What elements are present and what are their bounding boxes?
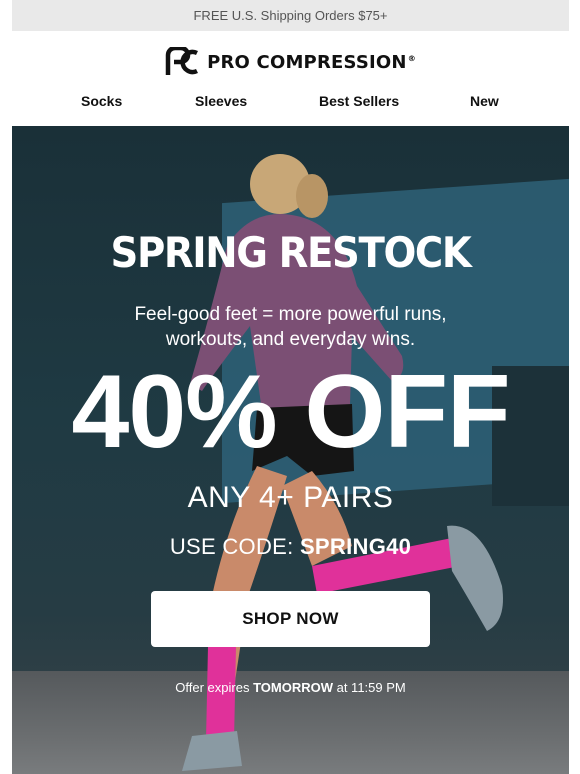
hero-subtitle-line: workouts, and everyday wins. (165, 329, 416, 350)
hero-subtitle: Feel-good feet = more powerful runs, wor… (12, 302, 569, 352)
shipping-promo-text: FREE U.S. Shipping Orders $75+ (193, 8, 388, 23)
hero-title: SPRING RESTOCK (110, 228, 472, 277)
shop-now-button[interactable]: SHOP NOW (151, 591, 430, 647)
brand-logo[interactable]: PRO COMPRESSION® (12, 42, 569, 82)
main-nav: Socks Sleeves Best Sellers New (12, 88, 569, 116)
discount-headline: 40% OFF (71, 354, 511, 470)
promo-code: SPRING40 (299, 534, 412, 559)
nav-item-sleeves[interactable]: Sleeves (195, 93, 247, 109)
promo-code-line: USE CODE: SPRING40 (12, 534, 569, 560)
nav-item-socks[interactable]: Socks (81, 93, 122, 109)
promo-code-label: USE CODE: (169, 534, 300, 559)
pc-monogram-icon (165, 47, 199, 75)
offer-expiry-note: Offer expires TOMORROW at 11:59 PM (175, 680, 406, 695)
offer-condition: ANY 4+ PAIRS (187, 481, 394, 514)
shipping-promo-bar: FREE U.S. Shipping Orders $75+ (12, 0, 569, 31)
nav-item-new[interactable]: New (470, 93, 499, 109)
brand-name: PRO COMPRESSION® (207, 51, 416, 73)
hero-subtitle-line: Feel-good feet = more powerful runs, (134, 304, 447, 325)
hero-banner[interactable]: SPRING RESTOCK Feel-good feet = more pow… (12, 126, 569, 774)
nav-item-best-sellers[interactable]: Best Sellers (319, 93, 399, 109)
